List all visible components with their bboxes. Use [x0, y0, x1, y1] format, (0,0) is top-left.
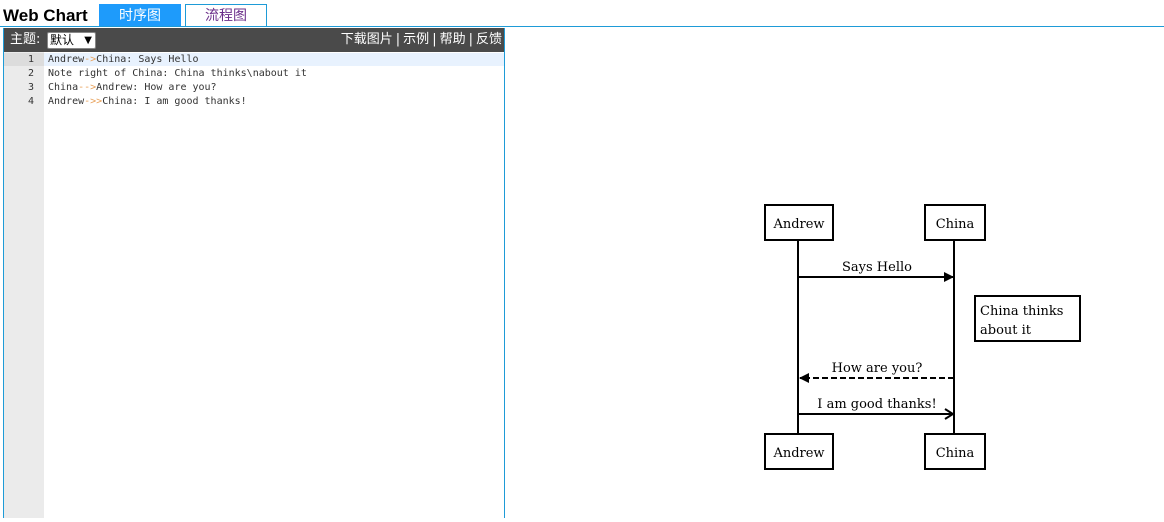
feedback-link[interactable]: 反馈	[476, 32, 502, 47]
chevron-down-icon: ▼	[84, 35, 92, 46]
line-number: 4	[27, 96, 34, 107]
message-label-says-hello: Says Hello	[842, 260, 912, 275]
download-image-link[interactable]: 下载图片	[341, 32, 393, 47]
note-line-2: about it	[980, 323, 1032, 338]
line-text: China-->Andrew: How are you?	[48, 82, 217, 93]
code-line: 1 Andrew->China: Says Hello	[4, 53, 504, 67]
line-text: Andrew->China: Says Hello	[48, 54, 199, 65]
separator: |	[468, 32, 473, 47]
line-number-gutter	[4, 52, 44, 518]
line-text: Note right of China: China thinks\nabout…	[48, 68, 307, 79]
note-box: China thinks about it	[974, 295, 1081, 342]
help-link[interactable]: 帮助	[440, 32, 466, 47]
actor-label: China	[936, 217, 975, 232]
editor-toolbar: 主题: 默认 ▼ 下载图片 | 示例 | 帮助 | 反馈	[4, 28, 504, 52]
app-header: Web Chart 时序图 流程图	[0, 0, 1164, 28]
line-number: 3	[27, 82, 34, 93]
tab-flowchart[interactable]: 流程图	[185, 4, 267, 27]
code-editor[interactable]: 1 Andrew->China: Says Hello 2 Note right of…	[4, 52, 504, 518]
actor-box-andrew-top: Andrew	[764, 204, 834, 241]
tab-sequence-diagram[interactable]: 时序图	[99, 4, 181, 27]
app-title: Web Chart	[3, 6, 88, 25]
line-number: 2	[27, 68, 34, 79]
actor-label: Andrew	[772, 446, 824, 461]
arrow-token: ->	[84, 54, 97, 65]
actor-box-china-bottom: China	[924, 433, 986, 470]
theme-select[interactable]: 默认 ▼	[47, 32, 96, 49]
actor-box-andrew-bottom: Andrew	[764, 433, 834, 470]
actor-box-china-top: China	[924, 204, 986, 241]
editor-panel: 主题: 默认 ▼ 下载图片 | 示例 | 帮助 | 反馈 1 Andrew->China: S…	[3, 28, 505, 518]
code-line: 2 Note right of China: China thinks\nabou…	[4, 67, 504, 81]
theme-label: 主题:	[10, 32, 41, 47]
toolbar-links: 下载图片 | 示例 | 帮助 | 反馈	[341, 28, 502, 52]
arrow-token: ->>	[84, 96, 103, 107]
code-line: 3 China-->Andrew: How are you?	[4, 81, 504, 95]
sequence-diagram: Andrew China Says Hello China thinks abo…	[764, 204, 1081, 470]
code-line: 4 Andrew->>China: I am good thanks!	[4, 95, 504, 109]
actor-label: Andrew	[772, 217, 824, 232]
separator: |	[395, 32, 401, 47]
actor-label: China	[936, 446, 975, 461]
line-text: Andrew->>China: I am good thanks!	[48, 96, 247, 107]
separator: |	[432, 32, 437, 47]
header-divider	[0, 26, 1164, 27]
note-line-1: China thinks	[980, 304, 1063, 319]
examples-link[interactable]: 示例	[403, 32, 429, 47]
line-number: 1	[27, 54, 34, 65]
diagram-canvas: Andrew China Says Hello China thinks abo…	[505, 28, 1164, 518]
theme-select-value: 默认	[50, 33, 75, 47]
message-label-good-thanks: I am good thanks!	[817, 397, 936, 412]
message-label-how-are-you: How are you?	[832, 361, 923, 376]
arrow-token: -->	[78, 82, 97, 93]
